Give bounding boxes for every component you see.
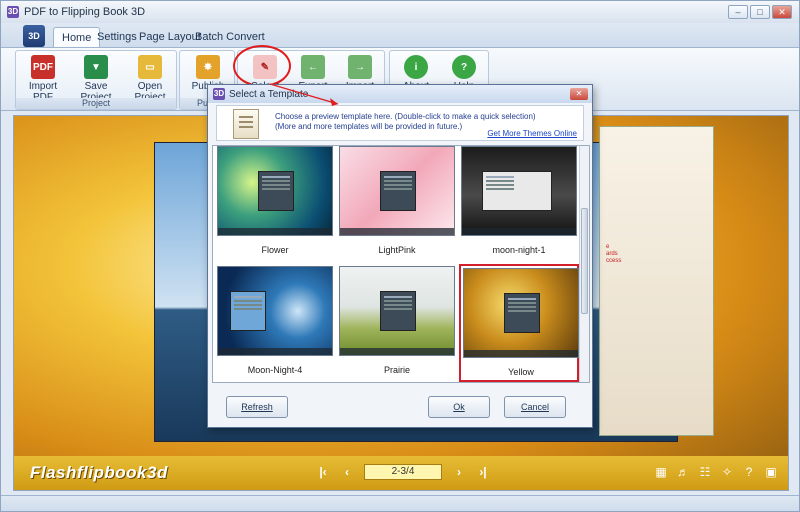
first-page-icon[interactable]: |‹ <box>316 462 330 482</box>
app-icon: 3D <box>7 6 19 18</box>
scrollbar-thumb[interactable] <box>581 208 588 314</box>
template-thumbnail <box>217 146 333 236</box>
dialog-app-icon: 3D <box>213 88 225 100</box>
print-icon[interactable]: ☷ <box>698 464 712 480</box>
pdf-icon: PDF <box>31 55 55 79</box>
select-highlight-oval <box>233 45 291 87</box>
template-name: LightPink <box>378 245 416 255</box>
refresh-button[interactable]: Refresh <box>226 396 288 418</box>
tab-batch-convert[interactable]: Batch Convert <box>187 27 273 47</box>
template-thumbnail <box>217 266 333 356</box>
template-grid-scrollbar[interactable] <box>579 146 589 382</box>
close-button[interactable]: ✕ <box>772 5 792 19</box>
prev-page-icon[interactable]: ‹ <box>340 462 354 482</box>
fullscreen-icon[interactable]: ▣ <box>764 464 778 480</box>
template-tile-moon-night-1[interactable]: moon-night-1 <box>459 146 579 262</box>
import-icon: → <box>348 55 372 79</box>
project-group-label: Project <box>16 98 176 109</box>
minimize-button[interactable]: – <box>728 5 748 19</box>
brand-logo-text: Flashflipbook3d <box>30 463 168 482</box>
open-project-button[interactable]: ▭ Open Project <box>124 53 176 103</box>
template-name: moon-night-1 <box>492 245 546 255</box>
save-project-button[interactable]: ▼ Save Project <box>72 53 120 103</box>
template-name: Prairie <box>383 365 410 375</box>
thumbnails-icon[interactable]: ▦ <box>654 464 668 480</box>
cancel-button[interactable]: Cancel <box>504 396 566 418</box>
flipbook-toolbar: Flashflipbook3d |‹ ‹ 2-3/4 › ›| ▦ ♬ ☷ ✧ … <box>14 456 788 490</box>
template-thumbnail <box>339 146 455 236</box>
document-icon <box>233 109 259 139</box>
page-text-snippet: e ards ccess <box>606 244 622 264</box>
ribbon-tabs: 3D Home Settings Page Layout Batch Conve… <box>1 23 799 47</box>
maximize-button[interactable]: □ <box>750 5 770 19</box>
page-indicator[interactable]: 2-3/4 <box>364 464 442 480</box>
folder-icon: ▭ <box>138 55 162 79</box>
info-icon: i <box>404 55 428 79</box>
template-tile-lightpink[interactable]: LightPink <box>337 146 457 262</box>
window-title: PDF to Flipping Book 3D <box>24 6 146 18</box>
publish-icon: ✸ <box>196 55 220 79</box>
flipbook-right-page <box>599 126 714 436</box>
dialog-title-bar: 3D Select a Template <box>208 85 592 103</box>
app-menu-button[interactable]: 3D <box>23 25 45 47</box>
ok-button[interactable]: Ok <box>428 396 490 418</box>
import-pdf-button[interactable]: PDF Import PDF <box>20 53 66 103</box>
share-icon[interactable]: ✧ <box>720 464 734 480</box>
next-page-icon[interactable]: › <box>452 462 466 482</box>
title-bar: 3D PDF to Flipping Book 3D <box>1 1 799 23</box>
export-icon: ← <box>301 55 325 79</box>
template-thumbnail <box>461 146 577 236</box>
dialog-close-button[interactable]: ✕ <box>570 88 588 100</box>
template-name: Yellow <box>508 367 534 377</box>
dialog-title: Select a Template <box>229 88 309 100</box>
get-more-themes-link[interactable]: Get More Themes Online <box>487 129 577 138</box>
save-icon: ▼ <box>84 55 108 79</box>
sound-icon[interactable]: ♬ <box>676 464 690 480</box>
last-page-icon[interactable]: ›| <box>476 462 490 482</box>
dialog-header: Choose a preview template here. (Double-… <box>216 105 584 141</box>
help-icon: ? <box>452 55 476 79</box>
template-name: Moon-Night-4 <box>247 365 303 375</box>
status-bar <box>1 495 799 511</box>
help-question-icon[interactable]: ? <box>742 464 756 480</box>
template-thumbnail <box>463 268 579 358</box>
template-tile-moon-night-4[interactable]: Moon-Night-4 <box>215 264 335 382</box>
template-tile-yellow[interactable]: Yellow <box>459 264 579 382</box>
template-name: Flower <box>261 245 289 255</box>
template-tile-prairie[interactable]: Prairie <box>337 264 457 382</box>
template-thumbnail <box>339 266 455 356</box>
template-tile-flower[interactable]: Flower <box>215 146 335 262</box>
template-grid: Flower LightPink moon-night-1 Moon-Night… <box>212 145 590 383</box>
project-group: PDF Import PDF ▼ Save Project ▭ Open Pro… <box>15 50 177 110</box>
select-template-dialog: 3D Select a Template ✕ Choose a preview … <box>207 84 593 428</box>
